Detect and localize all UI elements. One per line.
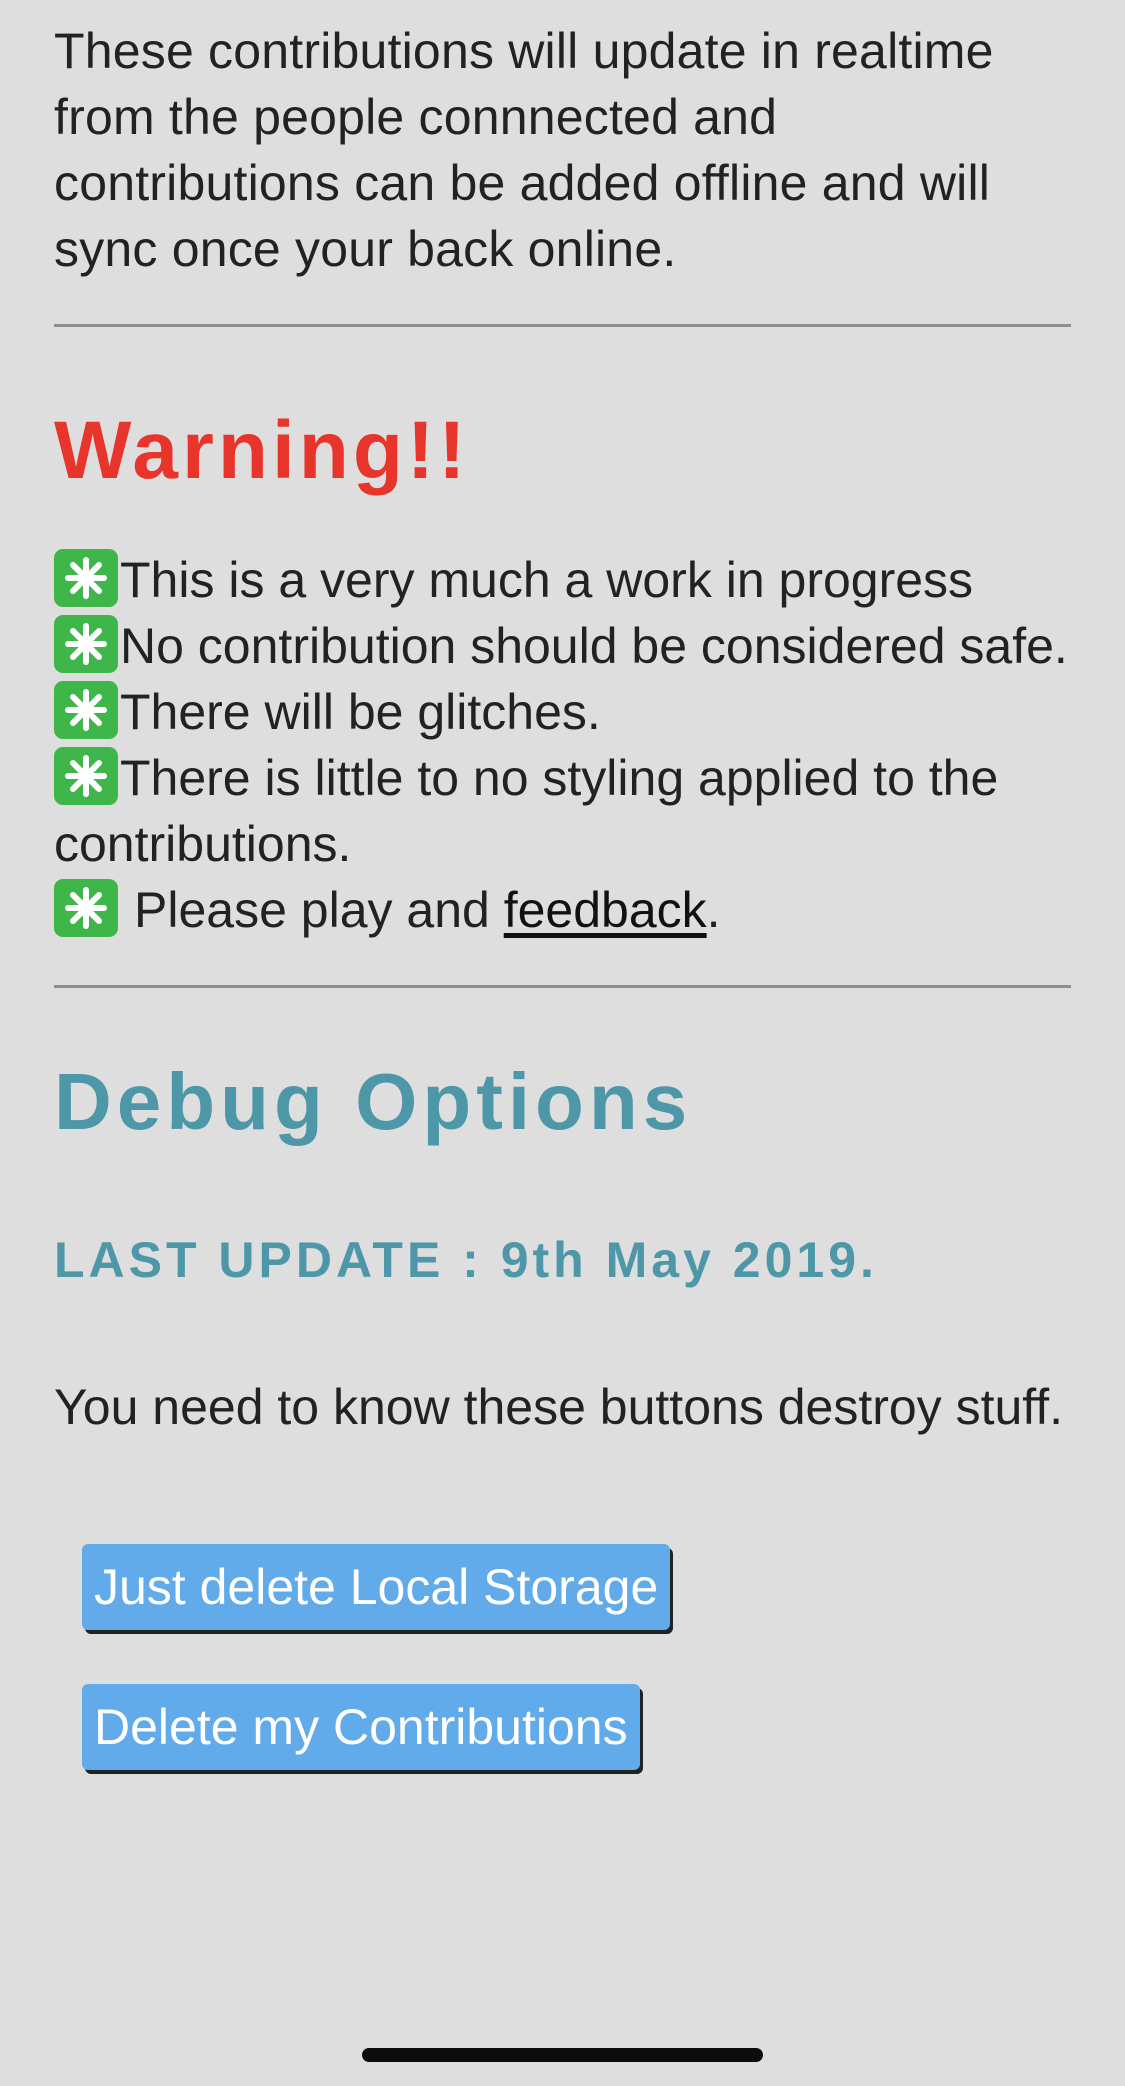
home-indicator[interactable]: [362, 2048, 763, 2062]
warning-item: There will be glitches.: [54, 679, 1071, 745]
warning-item: No contribution should be considered saf…: [54, 613, 1071, 679]
warning-item-text: There will be glitches.: [120, 684, 601, 740]
eight-spoked-asterisk-icon: [54, 747, 118, 805]
warning-item: There is little to no styling applied to…: [54, 745, 1071, 877]
warning-item-feedback: Please play and feedback.: [54, 877, 1071, 943]
warning-item-text: There is little to no styling applied to…: [54, 750, 999, 872]
warning-item-text: This is a very much a work in progress: [120, 552, 974, 608]
feedback-prefix: Please play and: [134, 882, 504, 938]
warning-item: This is a very much a work in progress: [54, 547, 1071, 613]
eight-spoked-asterisk-icon: [54, 879, 118, 937]
warning-list: This is a very much a work in progress N…: [54, 547, 1071, 943]
button-row-contributions: Delete my Contributions: [54, 1630, 1071, 1770]
debug-options-title: Debug Options: [54, 1057, 693, 1146]
delete-local-storage-button[interactable]: Just delete Local Storage: [82, 1544, 671, 1630]
divider: [54, 985, 1071, 988]
main-content: These contributions will update in realt…: [54, 0, 1071, 1770]
eight-spoked-asterisk-icon: [54, 615, 118, 673]
delete-contributions-button[interactable]: Delete my Contributions: [82, 1684, 640, 1770]
feedback-suffix: .: [706, 882, 721, 938]
destroy-warning-text: You need to know these buttons destroy s…: [54, 1379, 1064, 1435]
button-row-local-storage: Just delete Local Storage: [54, 1440, 1071, 1630]
eight-spoked-asterisk-icon: [54, 681, 118, 739]
warning-item-text: No contribution should be considered saf…: [120, 618, 1068, 674]
last-update-label: LAST UPDATE : 9th May 2019.: [54, 1232, 878, 1288]
intro-text: These contributions will update in realt…: [54, 23, 994, 277]
divider: [54, 324, 1071, 327]
warning-title: Warning!!: [54, 405, 470, 496]
feedback-link[interactable]: feedback: [504, 882, 707, 938]
eight-spoked-asterisk-icon: [54, 549, 118, 607]
